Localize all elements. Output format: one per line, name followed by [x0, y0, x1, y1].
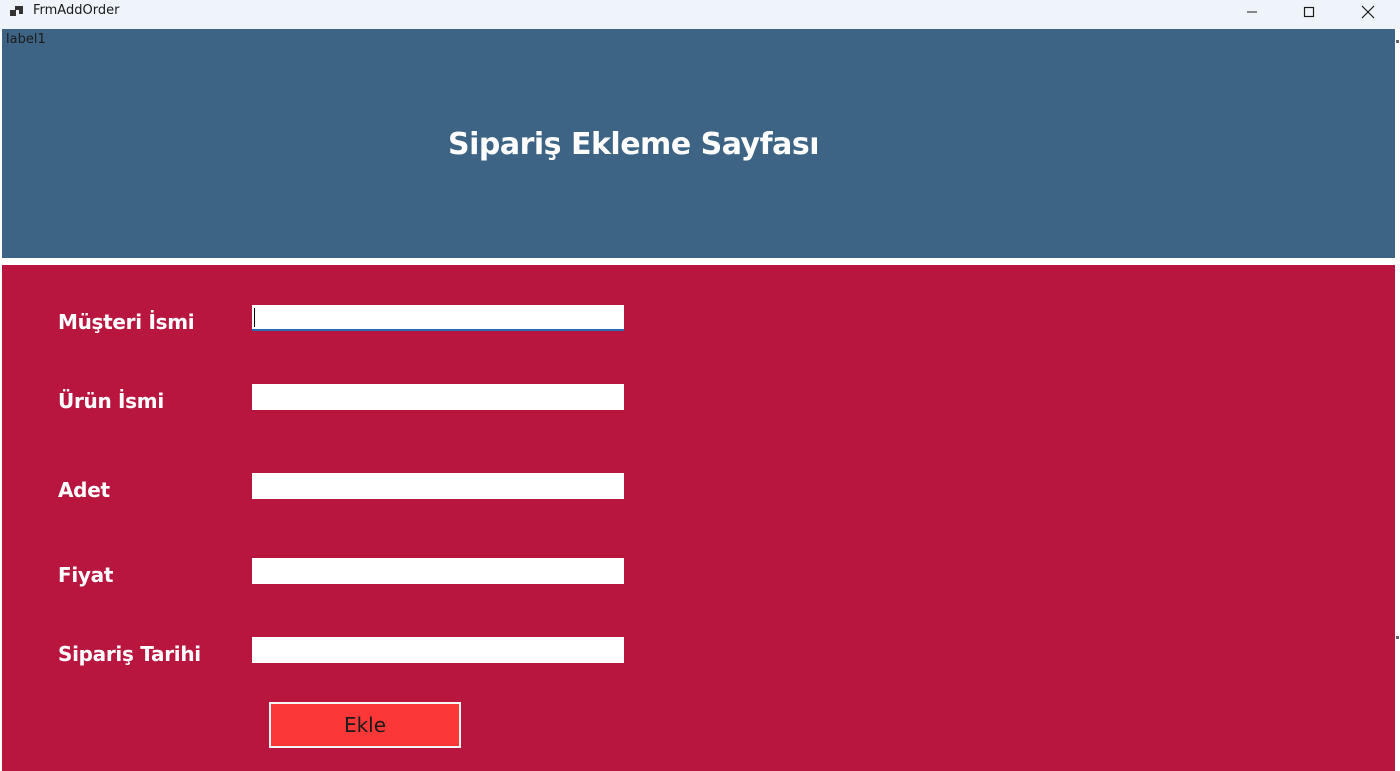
maximize-icon [1303, 6, 1315, 18]
label1: label1 [6, 32, 46, 47]
minimize-icon [1247, 11, 1257, 13]
product-name-label: Ürün İsmi [58, 389, 164, 413]
title-bar[interactable]: FrmAddOrder [0, 0, 1400, 29]
header-panel: label1 Sipariş Ekleme Sayfası [2, 29, 1395, 258]
order-date-label: Sipariş Tarihi [58, 642, 201, 666]
resize-grip-bottom[interactable] [1396, 636, 1399, 639]
window-title: FrmAddOrder [33, 3, 120, 18]
page-title: Sipariş Ekleme Sayfası [448, 127, 820, 162]
quantity-label: Adet [58, 478, 110, 502]
minimize-button[interactable] [1224, 0, 1280, 24]
close-icon [1361, 5, 1375, 19]
text-caret [254, 308, 255, 327]
customer-name-input[interactable] [252, 305, 624, 331]
maximize-button[interactable] [1281, 0, 1337, 24]
product-name-input[interactable] [252, 384, 624, 410]
order-form-panel: Müşteri İsmi Ürün İsmi Adet Fiyat Sipari… [2, 265, 1395, 771]
order-date-input[interactable] [252, 637, 624, 663]
customer-name-label: Müşteri İsmi [58, 310, 195, 334]
app-window-icon [10, 6, 23, 16]
close-button[interactable] [1340, 0, 1396, 24]
quantity-input[interactable] [252, 473, 624, 499]
add-button[interactable]: Ekle [269, 702, 461, 748]
price-input[interactable] [252, 558, 624, 584]
resize-grip-top[interactable] [1396, 40, 1399, 43]
app-window: FrmAddOrder label1 Sipariş Ekleme Sayfas… [0, 0, 1400, 771]
price-label: Fiyat [58, 563, 114, 587]
